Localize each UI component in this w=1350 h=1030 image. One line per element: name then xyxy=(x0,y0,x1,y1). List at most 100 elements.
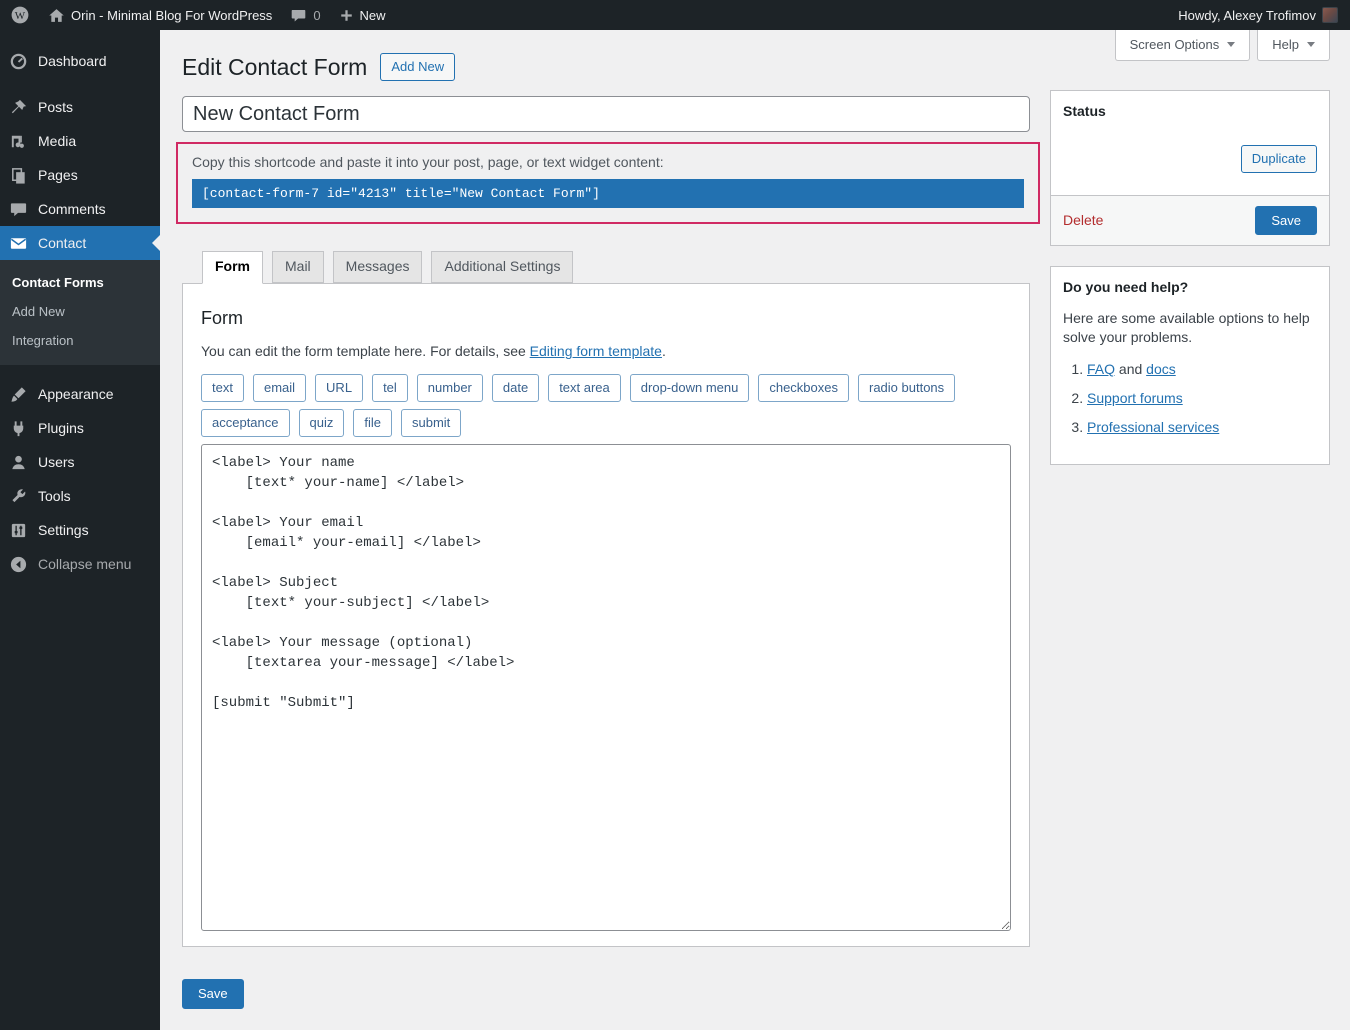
sidebar-item-label: Contact xyxy=(38,235,86,251)
screen-meta-links: Screen Options Help xyxy=(1115,30,1330,61)
sidebar-item-label: Plugins xyxy=(38,420,84,436)
sidebar-item-add-new[interactable]: Add New xyxy=(0,297,160,326)
list-item: FAQ and docs xyxy=(1087,361,1317,377)
home-icon xyxy=(48,7,65,24)
sidebar-item-label: Media xyxy=(38,133,76,149)
tag-button-file[interactable]: file xyxy=(353,409,392,437)
help-body: Here are some available options to help … xyxy=(1051,307,1329,464)
screen-options-button[interactable]: Screen Options xyxy=(1115,30,1251,61)
tag-button-tel[interactable]: tel xyxy=(372,374,408,402)
help-button[interactable]: Help xyxy=(1257,30,1330,61)
wrench-icon xyxy=(8,486,28,506)
save-button-status[interactable]: Save xyxy=(1255,206,1317,236)
new-label: New xyxy=(360,8,386,23)
sidebar-item-label: Tools xyxy=(38,488,71,504)
save-button-bottom[interactable]: Save xyxy=(182,979,244,1009)
site-name: Orin - Minimal Blog For WordPress xyxy=(71,8,272,23)
support-forums-link[interactable]: Support forums xyxy=(1087,390,1183,406)
pages-icon xyxy=(8,165,28,185)
admin-menu: Dashboard Posts Media Pages Comments Con… xyxy=(0,30,160,1030)
new-content-menu[interactable]: New xyxy=(339,0,386,30)
sidebar-item-appearance[interactable]: Appearance xyxy=(0,377,160,411)
sidebar-item-comments[interactable]: Comments xyxy=(0,192,160,226)
tag-generator-buttons: text email URL tel number date text area… xyxy=(201,374,1011,437)
sidebar-item-label: Users xyxy=(38,454,75,470)
tag-button-url[interactable]: URL xyxy=(315,374,363,402)
status-body: Duplicate xyxy=(1051,131,1329,195)
form-title-input[interactable] xyxy=(182,96,1030,132)
comments-menu[interactable]: 0 xyxy=(290,0,320,30)
sidebar-item-plugins[interactable]: Plugins xyxy=(0,411,160,445)
wordpress-logo-icon: W xyxy=(10,5,30,25)
tag-button-text-area[interactable]: text area xyxy=(548,374,621,402)
sidebar-item-media[interactable]: Media xyxy=(0,124,160,158)
docs-link[interactable]: docs xyxy=(1146,361,1176,377)
admin-bar-right: Howdy, Alexey Trofimov xyxy=(1178,0,1338,30)
shortcode-highlight-box: Copy this shortcode and paste it into yo… xyxy=(176,142,1040,224)
media-icon xyxy=(8,131,28,151)
add-new-button[interactable]: Add New xyxy=(380,53,455,81)
form-template-textarea[interactable]: <label> Your name [text* your-name] </la… xyxy=(201,444,1011,931)
plug-icon xyxy=(8,418,28,438)
sidebar-item-users[interactable]: Users xyxy=(0,445,160,479)
editing-form-template-link[interactable]: Editing form template xyxy=(530,343,662,359)
howdy-text: Howdy, Alexey Trofimov xyxy=(1178,8,1316,23)
faq-link[interactable]: FAQ xyxy=(1087,361,1115,377)
list-item-text: and xyxy=(1115,361,1146,377)
brush-icon xyxy=(8,384,28,404)
duplicate-button[interactable]: Duplicate xyxy=(1241,145,1317,173)
tag-button-acceptance[interactable]: acceptance xyxy=(201,409,290,437)
tab-mail[interactable]: Mail xyxy=(272,251,324,283)
sidebar-item-dashboard[interactable]: Dashboard xyxy=(0,44,160,78)
tag-button-checkboxes[interactable]: checkboxes xyxy=(758,374,849,402)
sidebar-item-label: Collapse menu xyxy=(38,556,131,572)
panel-hint: You can edit the form template here. For… xyxy=(201,343,1011,360)
page-header: Edit Contact Form Add New xyxy=(182,52,1030,82)
help-title: Do you need help? xyxy=(1051,267,1329,307)
chevron-down-icon xyxy=(1227,42,1235,47)
plus-icon xyxy=(339,8,354,23)
delete-link[interactable]: Delete xyxy=(1063,212,1103,228)
screen-options-label: Screen Options xyxy=(1130,37,1220,52)
admin-bar: W Orin - Minimal Blog For WordPress 0 Ne… xyxy=(0,0,1350,30)
help-links-list: FAQ and docs Support forums Professional… xyxy=(1087,361,1317,435)
tag-button-email[interactable]: email xyxy=(253,374,306,402)
collapse-menu-button[interactable]: Collapse menu xyxy=(0,547,160,581)
tag-button-date[interactable]: date xyxy=(492,374,539,402)
pushpin-icon xyxy=(8,97,28,117)
professional-services-link[interactable]: Professional services xyxy=(1087,419,1219,435)
status-metabox: Status Duplicate Delete Save xyxy=(1050,90,1330,246)
hint-text: . xyxy=(662,343,666,359)
tag-button-text[interactable]: text xyxy=(201,374,244,402)
hint-text: You can edit the form template here. For… xyxy=(201,343,530,359)
tag-button-submit[interactable]: submit xyxy=(401,409,461,437)
help-intro: Here are some available options to help … xyxy=(1063,309,1317,347)
tab-additional-settings[interactable]: Additional Settings xyxy=(431,251,573,283)
chevron-down-icon xyxy=(1307,42,1315,47)
tag-button-quiz[interactable]: quiz xyxy=(299,409,345,437)
sidebar-item-tools[interactable]: Tools xyxy=(0,479,160,513)
tab-form[interactable]: Form xyxy=(202,251,263,284)
user-icon xyxy=(8,452,28,472)
wp-logo-menu[interactable]: W xyxy=(10,0,30,30)
sidebar-item-settings[interactable]: Settings xyxy=(0,513,160,547)
sidebar-item-posts[interactable]: Posts xyxy=(0,90,160,124)
sidebar-item-contact[interactable]: Contact xyxy=(0,226,160,260)
tab-messages[interactable]: Messages xyxy=(333,251,423,283)
tag-button-radio-buttons[interactable]: radio buttons xyxy=(858,374,955,402)
sidebar-item-integration[interactable]: Integration xyxy=(0,326,160,355)
main-column: Edit Contact Form Add New Copy this shor… xyxy=(182,30,1030,1009)
sidebar-item-pages[interactable]: Pages xyxy=(0,158,160,192)
tag-button-drop-down-menu[interactable]: drop-down menu xyxy=(630,374,750,402)
sidebar-item-label: Settings xyxy=(38,522,89,538)
status-title: Status xyxy=(1051,91,1329,131)
sidebar-item-contact-forms[interactable]: Contact Forms xyxy=(0,268,160,297)
admin-bar-left: W Orin - Minimal Blog For WordPress 0 Ne… xyxy=(10,0,386,30)
site-name-menu[interactable]: Orin - Minimal Blog For WordPress xyxy=(48,0,272,30)
sidebar-item-label: Comments xyxy=(38,201,106,217)
tag-button-number[interactable]: number xyxy=(417,374,483,402)
page-title: Edit Contact Form xyxy=(182,52,367,82)
my-account-menu[interactable]: Howdy, Alexey Trofimov xyxy=(1178,0,1338,30)
help-label: Help xyxy=(1272,37,1299,52)
shortcode-input[interactable]: [contact-form-7 id="4213" title="New Con… xyxy=(192,179,1024,208)
